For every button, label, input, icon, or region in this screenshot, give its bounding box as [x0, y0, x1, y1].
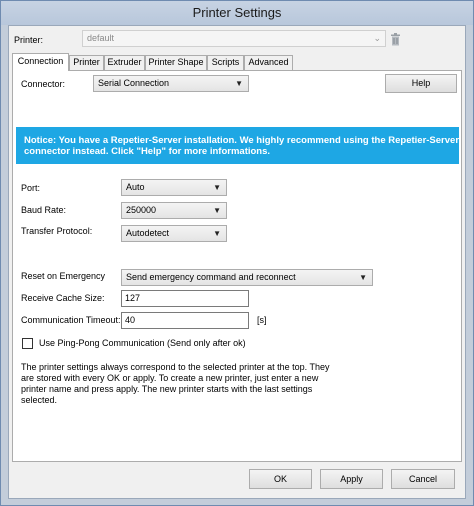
reset-on-emergency-select[interactable]: Send emergency command and reconnect ▼	[121, 269, 373, 286]
apply-button[interactable]: Apply	[320, 469, 383, 489]
port-label: Port:	[21, 183, 41, 193]
printer-select[interactable]: default ⌄	[82, 30, 386, 47]
dialog-client: Printer: default ⌄ Connection Printer Ex…	[8, 25, 466, 499]
window-title: Printer Settings	[1, 1, 473, 25]
chevron-down-icon: ▼	[213, 229, 221, 238]
communication-timeout-label: Communication Timeout:	[21, 315, 121, 325]
repetier-server-notice: Notice: You have a Repetier-Server insta…	[16, 127, 459, 164]
transfer-protocol-select[interactable]: Autodetect ▼	[121, 225, 227, 242]
chevron-down-icon: ⌄	[373, 33, 381, 43]
receive-cache-size-input[interactable]: 127	[121, 290, 249, 307]
receive-cache-size-label: Receive Cache Size:	[21, 293, 105, 303]
chevron-down-icon: ▼	[213, 183, 221, 192]
transfer-protocol-select-value: Autodetect	[126, 228, 170, 238]
tab-printer[interactable]: Printer	[69, 55, 104, 70]
tab-advanced[interactable]: Advanced	[244, 55, 293, 70]
connector-label: Connector:	[21, 79, 66, 89]
transfer-protocol-label: Transfer Protocol:	[21, 226, 93, 236]
chevron-down-icon: ▼	[213, 206, 221, 215]
printer-select-value: default	[87, 33, 115, 43]
tab-printer-shape[interactable]: Printer Shape	[145, 55, 207, 70]
printer-label: Printer:	[14, 35, 44, 45]
ok-button[interactable]: OK	[249, 469, 312, 489]
tab-scripts[interactable]: Scripts	[207, 55, 244, 70]
dialog-button-bar: OK Apply Cancel	[9, 462, 465, 498]
printer-settings-info-text: The printer settings always correspond t…	[21, 362, 330, 405]
tab-connection[interactable]: Connection	[12, 53, 69, 71]
connector-select-value: Serial Connection	[98, 78, 170, 88]
connection-panel: Connector: Serial Connection ▼ Help Noti…	[12, 70, 462, 462]
cancel-button[interactable]: Cancel	[391, 469, 455, 489]
timeout-unit-label: [s]	[257, 315, 267, 325]
reset-on-emergency-label: Reset on Emergency	[21, 271, 106, 281]
port-select[interactable]: Auto ▼	[121, 179, 227, 196]
ping-pong-checkbox[interactable]	[22, 338, 33, 349]
baud-rate-select-value: 250000	[126, 205, 157, 215]
tab-extruder[interactable]: Extruder	[104, 55, 145, 70]
connector-select[interactable]: Serial Connection ▼	[93, 75, 249, 92]
port-select-value: Auto	[126, 182, 145, 192]
communication-timeout-input[interactable]: 40	[121, 312, 249, 329]
reset-on-emergency-select-value: Send emergency command and reconnect	[126, 272, 296, 282]
ping-pong-label: Use Ping-Pong Communication (Send only a…	[39, 338, 246, 348]
baud-rate-select[interactable]: 250000 ▼	[121, 202, 227, 219]
chevron-down-icon: ▼	[235, 79, 243, 88]
printer-settings-window: Printer Settings Printer: default ⌄ Conn…	[0, 0, 474, 506]
chevron-down-icon: ▼	[359, 273, 367, 282]
baud-rate-label: Baud Rate:	[21, 205, 67, 215]
help-button[interactable]: Help	[385, 74, 457, 93]
trash-icon[interactable]	[390, 33, 401, 46]
